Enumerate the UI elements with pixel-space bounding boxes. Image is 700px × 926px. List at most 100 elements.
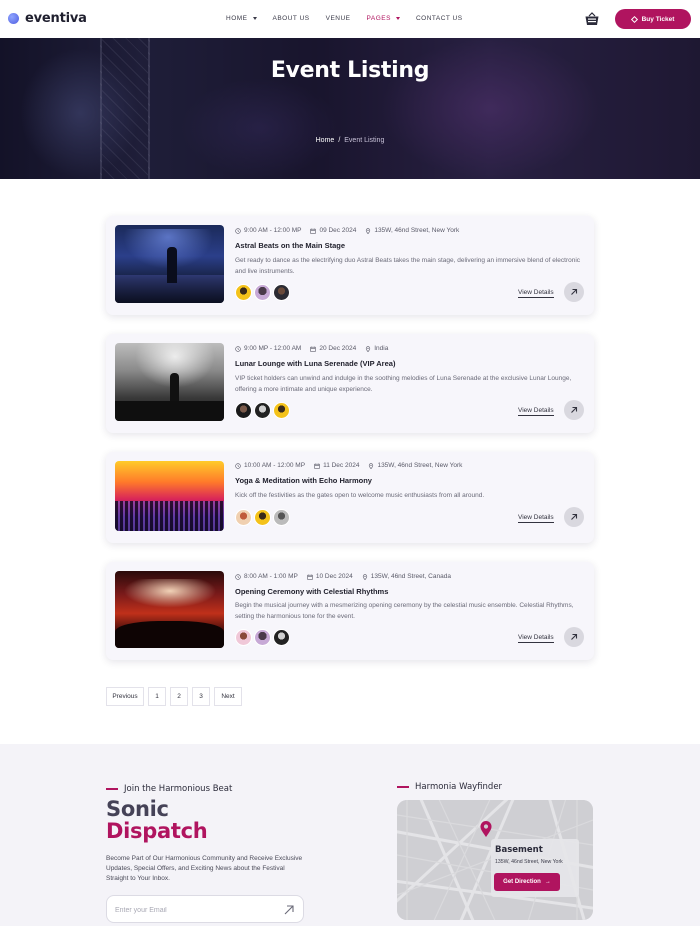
event-image[interactable] bbox=[115, 571, 224, 648]
event-meta: 10:00 AM - 12:00 MP 11 Dec 2024 135W, 46… bbox=[235, 462, 462, 469]
nav-label: CONTACT US bbox=[415, 15, 463, 22]
nav-item-venue[interactable]: VENUE bbox=[326, 15, 351, 22]
event-description: Begin the musical journey with a mesmeri… bbox=[235, 602, 574, 620]
map-place-name: Basement bbox=[495, 845, 543, 855]
map-pin-icon[interactable] bbox=[480, 821, 492, 837]
event-meta: 9:00 MP - 12:00 AM 20 Dec 2024 India bbox=[235, 345, 388, 352]
newsletter-eyebrow-text: Join the Harmonious Beat bbox=[124, 784, 233, 794]
arrow-up-right-icon bbox=[569, 512, 579, 522]
pagination-next[interactable]: Next bbox=[214, 687, 242, 706]
event-title[interactable]: Lunar Lounge with Luna Serenade (VIP Are… bbox=[235, 359, 395, 368]
event-date: 09 Dec 2024 bbox=[319, 227, 357, 234]
nav-item-pages[interactable]: PAGES bbox=[367, 15, 400, 22]
breadcrumb-current: Event Listing bbox=[344, 137, 385, 144]
avatar[interactable] bbox=[254, 509, 271, 526]
nav-item-home[interactable]: HOME bbox=[226, 15, 257, 22]
event-time: 9:00 AM - 12:00 MP bbox=[244, 227, 302, 234]
location-pin-icon bbox=[365, 346, 371, 352]
accent-line bbox=[397, 786, 409, 788]
avatar[interactable] bbox=[254, 284, 271, 301]
get-direction-button[interactable]: Get Direction → bbox=[494, 873, 560, 891]
event-time: 10:00 AM - 12:00 MP bbox=[244, 462, 306, 469]
email-input[interactable] bbox=[115, 904, 275, 916]
nav-item-contact[interactable]: CONTACT US bbox=[416, 15, 463, 22]
event-time: 8:00 AM - 1:00 MP bbox=[244, 573, 298, 580]
view-details-link[interactable]: View Details bbox=[518, 514, 554, 523]
mixer-console bbox=[115, 501, 224, 531]
event-meta: 8:00 AM - 1:00 MP 10 Dec 2024 135W, 46nd… bbox=[235, 573, 451, 580]
nav-label: HOME bbox=[226, 15, 248, 22]
avatar[interactable] bbox=[235, 629, 252, 646]
avatar[interactable] bbox=[235, 402, 252, 419]
clock-icon bbox=[235, 574, 241, 580]
event-description: Kick off the festivities as the gates op… bbox=[235, 492, 485, 499]
event-image[interactable] bbox=[115, 343, 224, 421]
nav-label: VENUE bbox=[325, 15, 351, 22]
logo-text: eventiva bbox=[25, 11, 87, 26]
nav-label: PAGES bbox=[366, 15, 391, 22]
event-title[interactable]: Yoga & Meditation with Echo Harmony bbox=[235, 476, 372, 485]
wayfinder-eyebrow: Harmonia Wayfinder bbox=[397, 782, 502, 792]
event-location: India bbox=[374, 345, 389, 352]
event-title[interactable]: Opening Ceremony with Celestial Rhythms bbox=[235, 587, 388, 596]
basket-icon[interactable] bbox=[584, 11, 600, 27]
event-location: 135W, 46nd Street, New York bbox=[374, 227, 460, 234]
event-card: 9:00 AM - 12:00 MP 09 Dec 2024 135W, 46n… bbox=[106, 216, 594, 315]
calendar-icon bbox=[310, 228, 316, 234]
map-address: 135W, 46nd Street, New York bbox=[495, 859, 563, 865]
pagination-page-1[interactable]: 1 bbox=[148, 687, 166, 706]
pagination: Previous 1 2 3 Next bbox=[106, 687, 242, 706]
artist-avatars bbox=[235, 509, 290, 526]
avatar[interactable] bbox=[273, 284, 290, 301]
arrow-up-right-icon[interactable] bbox=[283, 904, 295, 916]
accent-line bbox=[106, 788, 118, 790]
event-date: 10 Dec 2024 bbox=[315, 573, 353, 580]
main-menu: HOME ABOUT US VENUE PAGES CONTACT US bbox=[226, 15, 479, 22]
open-event-button[interactable] bbox=[564, 507, 584, 527]
event-title[interactable]: Astral Beats on the Main Stage bbox=[235, 241, 345, 250]
buy-ticket-button[interactable]: Buy Ticket bbox=[615, 9, 691, 29]
event-description: VIP ticket holders can unwind and indulg… bbox=[235, 375, 572, 393]
open-event-button[interactable] bbox=[564, 627, 584, 647]
artist-avatars bbox=[235, 402, 290, 419]
open-event-button[interactable] bbox=[564, 400, 584, 420]
breadcrumb-home-link[interactable]: Home bbox=[316, 137, 335, 144]
performer-silhouette bbox=[167, 247, 177, 283]
avatar[interactable] bbox=[254, 629, 271, 646]
nav-item-about[interactable]: ABOUT US bbox=[273, 15, 310, 22]
pagination-previous[interactable]: Previous bbox=[106, 687, 144, 706]
pagination-page-2[interactable]: 2 bbox=[170, 687, 188, 706]
open-event-button[interactable] bbox=[564, 282, 584, 302]
logo[interactable]: eventiva bbox=[8, 11, 87, 26]
logo-mark-icon bbox=[8, 13, 19, 24]
arrow-right-icon: → bbox=[544, 879, 551, 885]
clock-icon bbox=[235, 346, 241, 352]
clock-icon bbox=[235, 463, 241, 469]
location-pin-icon bbox=[368, 463, 374, 469]
avatar[interactable] bbox=[235, 509, 252, 526]
view-details-link[interactable]: View Details bbox=[518, 634, 554, 643]
location-pin-icon bbox=[365, 228, 371, 234]
avatar[interactable] bbox=[273, 509, 290, 526]
wayfinder-eyebrow-text: Harmonia Wayfinder bbox=[415, 782, 503, 792]
breadcrumb: Home / Event Listing bbox=[0, 137, 700, 144]
stage-floor bbox=[115, 401, 224, 421]
avatar[interactable] bbox=[273, 629, 290, 646]
view-details-link[interactable]: View Details bbox=[518, 289, 554, 298]
event-card: 9:00 MP - 12:00 AM 20 Dec 2024 India Lun… bbox=[106, 334, 594, 433]
event-image[interactable] bbox=[115, 225, 224, 303]
pagination-page-3[interactable]: 3 bbox=[192, 687, 210, 706]
event-meta: 9:00 AM - 12:00 MP 09 Dec 2024 135W, 46n… bbox=[235, 227, 459, 234]
event-time: 9:00 MP - 12:00 AM bbox=[244, 345, 302, 352]
event-image[interactable] bbox=[115, 461, 224, 531]
clock-icon bbox=[235, 228, 241, 234]
location-pin-icon bbox=[362, 574, 368, 580]
avatar[interactable] bbox=[235, 284, 252, 301]
avatar[interactable] bbox=[254, 402, 271, 419]
get-direction-label: Get Direction bbox=[503, 879, 541, 885]
view-details-link[interactable]: View Details bbox=[518, 407, 554, 416]
crowd-silhouette bbox=[115, 621, 224, 648]
top-navbar: eventiva HOME ABOUT US VENUE PAGES CONTA… bbox=[0, 0, 700, 38]
newsletter-eyebrow: Join the Harmonious Beat bbox=[106, 784, 232, 794]
avatar[interactable] bbox=[273, 402, 290, 419]
